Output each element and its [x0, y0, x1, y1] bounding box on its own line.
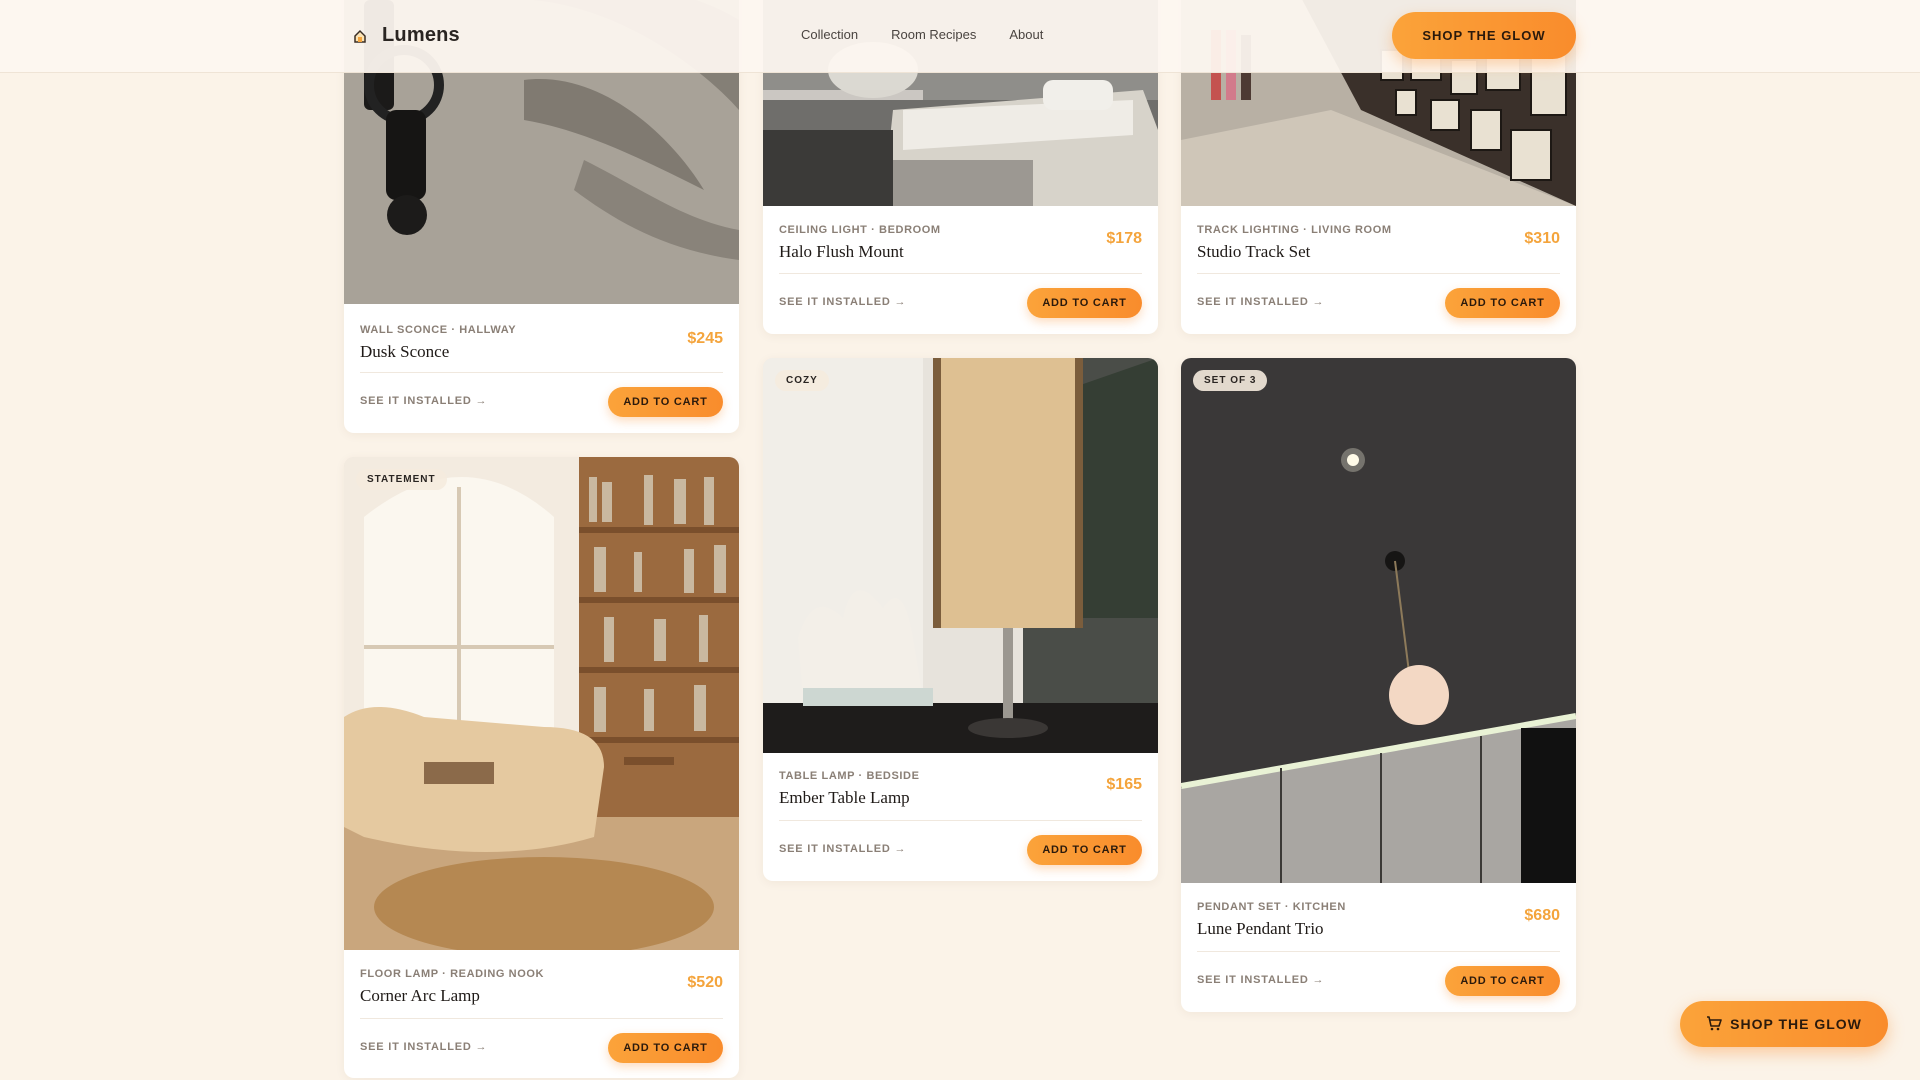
product-info: PENDANT SET · KITCHEN Lune Pendant Trio …	[1197, 901, 1560, 939]
product-info: CEILING LIGHT · BEDROOM Halo Flush Mount…	[779, 224, 1142, 262]
product-price: $165	[1106, 776, 1142, 793]
product-meta: WALL SCONCE · HALLWAY	[360, 324, 517, 336]
add-to-cart-button[interactable]: ADD TO CART	[1027, 835, 1142, 865]
divider	[360, 372, 723, 373]
product-name[interactable]: Corner Arc Lamp	[360, 986, 723, 1006]
brand-name: Lumens	[382, 24, 460, 46]
product-name[interactable]: Lune Pendant Trio	[1197, 919, 1560, 939]
product-price: $310	[1524, 230, 1560, 247]
see-it-installed-link[interactable]: SEE IT INSTALLED →	[779, 843, 906, 855]
divider	[1197, 951, 1560, 952]
brand[interactable]: Lumens	[352, 24, 460, 47]
divider	[779, 820, 1142, 821]
product-meta: CEILING LIGHT · BEDROOM	[779, 224, 941, 236]
see-it-installed-link[interactable]: SEE IT INSTALLED →	[1197, 974, 1324, 986]
product-info: TRACK LIGHTING · LIVING ROOM Studio Trac…	[1197, 224, 1560, 262]
add-to-cart-button[interactable]: ADD TO CART	[608, 1033, 723, 1063]
product-price: $520	[687, 974, 723, 991]
product-name[interactable]: Halo Flush Mount	[779, 242, 1142, 262]
product-meta: FLOOR LAMP · READING NOOK	[360, 968, 545, 980]
shop-the-glow-button[interactable]: SHOP THE GLOW	[1392, 12, 1576, 59]
divider	[360, 1018, 723, 1019]
product-badge: STATEMENT	[356, 469, 447, 490]
cart-icon	[1706, 1015, 1722, 1034]
site-header: Lumens Collection Room Recipes About SHO…	[0, 0, 1920, 73]
product-meta: TABLE LAMP · BEDSIDE	[779, 770, 920, 782]
add-to-cart-button[interactable]: ADD TO CART	[1445, 288, 1560, 318]
product-card: STATEMENT FLOOR LAMP · READING NOOK Corn…	[344, 457, 739, 1078]
product-image[interactable]	[344, 457, 739, 950]
product-name[interactable]: Dusk Sconce	[360, 342, 723, 362]
product-name[interactable]: Studio Track Set	[1197, 242, 1560, 262]
product-card: SET OF 3 PENDANT SET · KITCHEN Lune Pend…	[1181, 358, 1576, 1012]
add-to-cart-button[interactable]: ADD TO CART	[1027, 288, 1142, 318]
product-price: $680	[1524, 907, 1560, 924]
add-to-cart-button[interactable]: ADD TO CART	[608, 387, 723, 417]
see-it-installed-link[interactable]: SEE IT INSTALLED →	[360, 395, 487, 407]
product-price: $245	[687, 330, 723, 347]
product-info: TABLE LAMP · BEDSIDE Ember Table Lamp $1…	[779, 770, 1142, 808]
lamp-icon	[352, 28, 368, 44]
nav-collection[interactable]: Collection	[801, 27, 858, 42]
product-info: FLOOR LAMP · READING NOOK Corner Arc Lam…	[360, 968, 723, 1006]
product-info: WALL SCONCE · HALLWAY Dusk Sconce $245	[360, 324, 723, 362]
floating-shop-button[interactable]: SHOP THE GLOW	[1680, 1001, 1888, 1047]
product-meta: TRACK LIGHTING · LIVING ROOM	[1197, 224, 1392, 236]
main-nav: Collection Room Recipes About	[801, 27, 1043, 42]
see-it-installed-link[interactable]: SEE IT INSTALLED →	[1197, 296, 1324, 308]
product-meta: PENDANT SET · KITCHEN	[1197, 901, 1346, 913]
product-name[interactable]: Ember Table Lamp	[779, 788, 1142, 808]
divider	[1197, 273, 1560, 274]
see-it-installed-link[interactable]: SEE IT INSTALLED →	[360, 1041, 487, 1053]
floating-shop-label: SHOP THE GLOW	[1730, 1016, 1862, 1032]
nav-room-recipes[interactable]: Room Recipes	[891, 27, 976, 42]
product-price: $178	[1106, 230, 1142, 247]
product-image[interactable]	[1181, 358, 1576, 883]
divider	[779, 273, 1142, 274]
see-it-installed-link[interactable]: SEE IT INSTALLED →	[779, 296, 906, 308]
nav-about[interactable]: About	[1009, 27, 1043, 42]
product-badge: SET OF 3	[1193, 370, 1268, 391]
product-image[interactable]	[763, 358, 1158, 753]
add-to-cart-button[interactable]: ADD TO CART	[1445, 966, 1560, 996]
product-card: COZY TABLE LAMP · BEDSIDE Ember Table La…	[763, 358, 1158, 881]
product-badge: COZY	[775, 370, 829, 391]
